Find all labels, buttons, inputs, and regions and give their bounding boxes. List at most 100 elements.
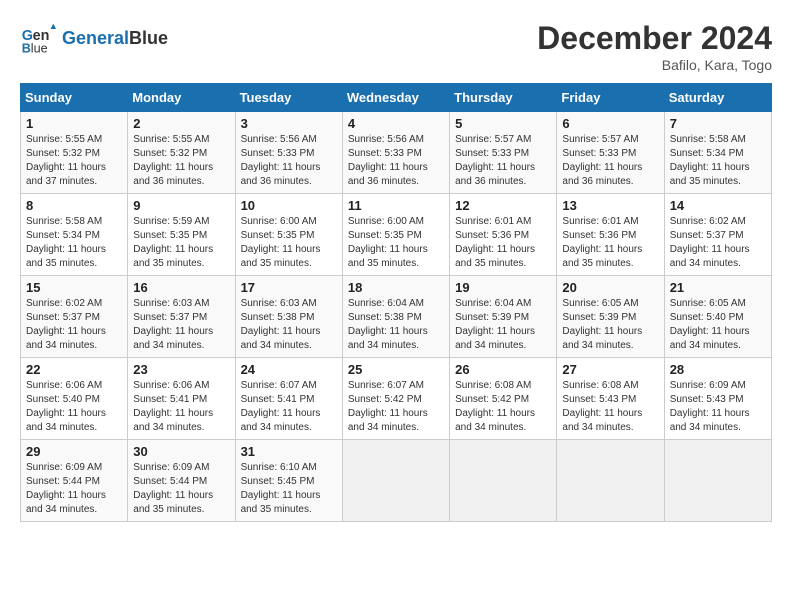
- col-tuesday: Tuesday: [235, 84, 342, 112]
- day-number: 10: [241, 198, 337, 213]
- day-info: Sunrise: 6:06 AM Sunset: 5:40 PM Dayligh…: [26, 379, 122, 435]
- day-info: Sunrise: 6:03 AM Sunset: 5:38 PM Dayligh…: [241, 297, 337, 353]
- day-number: 20: [562, 280, 658, 295]
- day-info: Sunrise: 6:02 AM Sunset: 5:37 PM Dayligh…: [26, 297, 122, 353]
- calendar-cell: 8 Sunrise: 5:58 AM Sunset: 5:34 PM Dayli…: [21, 194, 128, 276]
- calendar-cell: 5 Sunrise: 5:57 AM Sunset: 5:33 PM Dayli…: [450, 112, 557, 194]
- day-number: 11: [348, 198, 444, 213]
- day-number: 21: [670, 280, 766, 295]
- location: Bafilo, Kara, Togo: [537, 57, 772, 73]
- col-monday: Monday: [128, 84, 235, 112]
- day-number: 31: [241, 444, 337, 459]
- day-info: Sunrise: 6:08 AM Sunset: 5:43 PM Dayligh…: [562, 379, 658, 435]
- day-info: Sunrise: 5:58 AM Sunset: 5:34 PM Dayligh…: [670, 133, 766, 189]
- day-number: 5: [455, 116, 551, 131]
- day-number: 23: [133, 362, 229, 377]
- col-saturday: Saturday: [664, 84, 771, 112]
- logo: G en B lue GeneralBlue: [20, 20, 168, 56]
- calendar-cell: 7 Sunrise: 5:58 AM Sunset: 5:34 PM Dayli…: [664, 112, 771, 194]
- col-wednesday: Wednesday: [342, 84, 449, 112]
- day-number: 8: [26, 198, 122, 213]
- calendar-cell: [342, 440, 449, 522]
- day-info: Sunrise: 6:04 AM Sunset: 5:38 PM Dayligh…: [348, 297, 444, 353]
- day-info: Sunrise: 6:01 AM Sunset: 5:36 PM Dayligh…: [562, 215, 658, 271]
- day-info: Sunrise: 5:55 AM Sunset: 5:32 PM Dayligh…: [133, 133, 229, 189]
- calendar-cell: 9 Sunrise: 5:59 AM Sunset: 5:35 PM Dayli…: [128, 194, 235, 276]
- day-number: 18: [348, 280, 444, 295]
- calendar-cell: 29 Sunrise: 6:09 AM Sunset: 5:44 PM Dayl…: [21, 440, 128, 522]
- col-thursday: Thursday: [450, 84, 557, 112]
- calendar-cell: 17 Sunrise: 6:03 AM Sunset: 5:38 PM Dayl…: [235, 276, 342, 358]
- calendar-cell: 25 Sunrise: 6:07 AM Sunset: 5:42 PM Dayl…: [342, 358, 449, 440]
- day-number: 12: [455, 198, 551, 213]
- day-info: Sunrise: 6:05 AM Sunset: 5:40 PM Dayligh…: [670, 297, 766, 353]
- calendar-week-row: 8 Sunrise: 5:58 AM Sunset: 5:34 PM Dayli…: [21, 194, 772, 276]
- calendar-cell: 6 Sunrise: 5:57 AM Sunset: 5:33 PM Dayli…: [557, 112, 664, 194]
- day-number: 29: [26, 444, 122, 459]
- day-number: 3: [241, 116, 337, 131]
- day-number: 25: [348, 362, 444, 377]
- calendar-cell: 12 Sunrise: 6:01 AM Sunset: 5:36 PM Dayl…: [450, 194, 557, 276]
- calendar-cell: 20 Sunrise: 6:05 AM Sunset: 5:39 PM Dayl…: [557, 276, 664, 358]
- day-info: Sunrise: 6:00 AM Sunset: 5:35 PM Dayligh…: [348, 215, 444, 271]
- day-info: Sunrise: 6:03 AM Sunset: 5:37 PM Dayligh…: [133, 297, 229, 353]
- day-info: Sunrise: 6:10 AM Sunset: 5:45 PM Dayligh…: [241, 461, 337, 517]
- day-info: Sunrise: 6:05 AM Sunset: 5:39 PM Dayligh…: [562, 297, 658, 353]
- calendar-cell: 26 Sunrise: 6:08 AM Sunset: 5:42 PM Dayl…: [450, 358, 557, 440]
- calendar-cell: [664, 440, 771, 522]
- calendar-header-row: Sunday Monday Tuesday Wednesday Thursday…: [21, 84, 772, 112]
- day-info: Sunrise: 6:09 AM Sunset: 5:43 PM Dayligh…: [670, 379, 766, 435]
- day-info: Sunrise: 5:56 AM Sunset: 5:33 PM Dayligh…: [241, 133, 337, 189]
- day-number: 7: [670, 116, 766, 131]
- calendar-cell: 22 Sunrise: 6:06 AM Sunset: 5:40 PM Dayl…: [21, 358, 128, 440]
- calendar-cell: 24 Sunrise: 6:07 AM Sunset: 5:41 PM Dayl…: [235, 358, 342, 440]
- calendar-cell: 31 Sunrise: 6:10 AM Sunset: 5:45 PM Dayl…: [235, 440, 342, 522]
- day-info: Sunrise: 5:58 AM Sunset: 5:34 PM Dayligh…: [26, 215, 122, 271]
- day-number: 17: [241, 280, 337, 295]
- calendar-cell: 30 Sunrise: 6:09 AM Sunset: 5:44 PM Dayl…: [128, 440, 235, 522]
- logo-text-general: General: [62, 28, 129, 49]
- title-area: December 2024 Bafilo, Kara, Togo: [537, 20, 772, 73]
- day-number: 4: [348, 116, 444, 131]
- calendar-cell: 2 Sunrise: 5:55 AM Sunset: 5:32 PM Dayli…: [128, 112, 235, 194]
- day-info: Sunrise: 6:04 AM Sunset: 5:39 PM Dayligh…: [455, 297, 551, 353]
- day-number: 2: [133, 116, 229, 131]
- day-info: Sunrise: 6:06 AM Sunset: 5:41 PM Dayligh…: [133, 379, 229, 435]
- day-number: 14: [670, 198, 766, 213]
- day-number: 9: [133, 198, 229, 213]
- calendar-week-row: 22 Sunrise: 6:06 AM Sunset: 5:40 PM Dayl…: [21, 358, 772, 440]
- calendar-cell: 10 Sunrise: 6:00 AM Sunset: 5:35 PM Dayl…: [235, 194, 342, 276]
- svg-text:B: B: [22, 41, 31, 55]
- calendar-cell: 28 Sunrise: 6:09 AM Sunset: 5:43 PM Dayl…: [664, 358, 771, 440]
- day-info: Sunrise: 6:00 AM Sunset: 5:35 PM Dayligh…: [241, 215, 337, 271]
- day-info: Sunrise: 5:57 AM Sunset: 5:33 PM Dayligh…: [455, 133, 551, 189]
- day-info: Sunrise: 6:07 AM Sunset: 5:42 PM Dayligh…: [348, 379, 444, 435]
- day-number: 16: [133, 280, 229, 295]
- day-number: 13: [562, 198, 658, 213]
- col-sunday: Sunday: [21, 84, 128, 112]
- day-info: Sunrise: 6:07 AM Sunset: 5:41 PM Dayligh…: [241, 379, 337, 435]
- calendar-cell: 16 Sunrise: 6:03 AM Sunset: 5:37 PM Dayl…: [128, 276, 235, 358]
- day-info: Sunrise: 6:01 AM Sunset: 5:36 PM Dayligh…: [455, 215, 551, 271]
- day-number: 22: [26, 362, 122, 377]
- day-number: 30: [133, 444, 229, 459]
- calendar-week-row: 29 Sunrise: 6:09 AM Sunset: 5:44 PM Dayl…: [21, 440, 772, 522]
- day-info: Sunrise: 6:09 AM Sunset: 5:44 PM Dayligh…: [133, 461, 229, 517]
- day-number: 1: [26, 116, 122, 131]
- calendar-cell: 13 Sunrise: 6:01 AM Sunset: 5:36 PM Dayl…: [557, 194, 664, 276]
- logo-text-blue: Blue: [129, 28, 168, 49]
- calendar-cell: 1 Sunrise: 5:55 AM Sunset: 5:32 PM Dayli…: [21, 112, 128, 194]
- day-number: 27: [562, 362, 658, 377]
- svg-text:lue: lue: [31, 41, 48, 55]
- day-number: 24: [241, 362, 337, 377]
- calendar-cell: 19 Sunrise: 6:04 AM Sunset: 5:39 PM Dayl…: [450, 276, 557, 358]
- day-info: Sunrise: 5:57 AM Sunset: 5:33 PM Dayligh…: [562, 133, 658, 189]
- page-header: G en B lue GeneralBlue December 2024 Baf…: [20, 20, 772, 73]
- calendar-cell: 23 Sunrise: 6:06 AM Sunset: 5:41 PM Dayl…: [128, 358, 235, 440]
- day-info: Sunrise: 6:09 AM Sunset: 5:44 PM Dayligh…: [26, 461, 122, 517]
- calendar-cell: 4 Sunrise: 5:56 AM Sunset: 5:33 PM Dayli…: [342, 112, 449, 194]
- calendar-cell: [557, 440, 664, 522]
- col-friday: Friday: [557, 84, 664, 112]
- calendar-cell: 3 Sunrise: 5:56 AM Sunset: 5:33 PM Dayli…: [235, 112, 342, 194]
- day-info: Sunrise: 6:02 AM Sunset: 5:37 PM Dayligh…: [670, 215, 766, 271]
